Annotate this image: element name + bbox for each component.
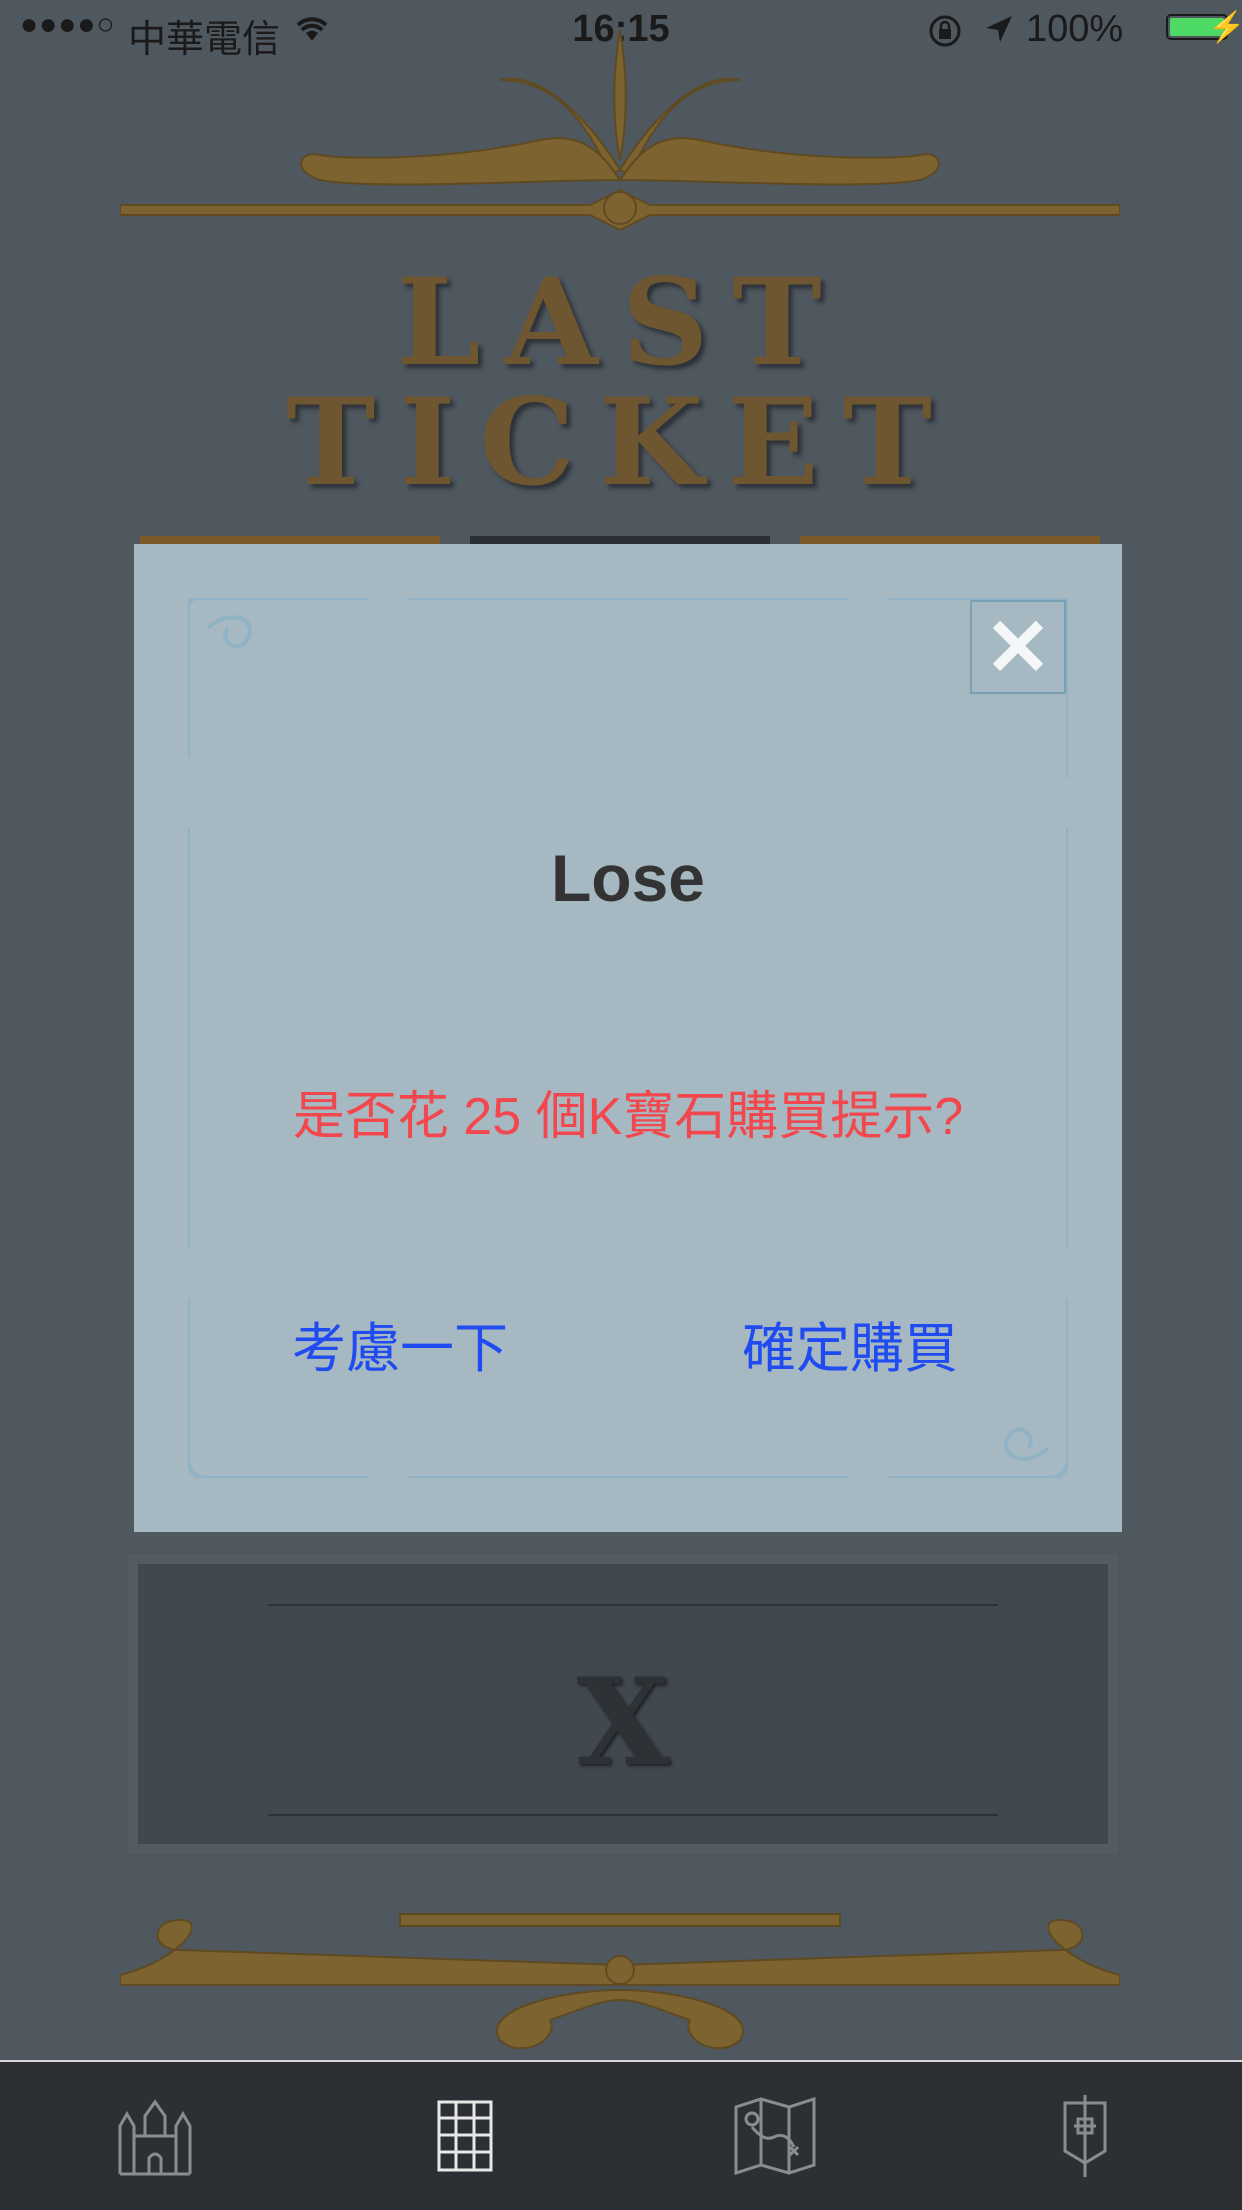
grid-icon (437, 2100, 493, 2172)
top-ornament (120, 29, 1120, 232)
dialog-message: 是否花 25 個K寶石購買提示? (292, 1088, 964, 1146)
answer-letter: X (576, 1652, 670, 1793)
cancel-button[interactable]: 考慮一下 (292, 1304, 508, 1383)
dialog-title: Lose (550, 841, 706, 915)
progress-strip-left (140, 536, 440, 544)
purchase-hint-dialog: ✕ Lose 是否花 25 個K寶石購買提示? 考慮一下 確定購買 (134, 544, 1122, 1532)
answer-rule-top (268, 1604, 998, 1606)
tab-grid[interactable] (310, 2062, 620, 2210)
banner-icon (1063, 2095, 1107, 2177)
bolt-icon: ⚡ (1208, 11, 1242, 44)
close-icon: ✕ (984, 602, 1052, 692)
tab-map[interactable] (620, 2062, 930, 2210)
castle-icon (118, 2099, 192, 2176)
map-icon (734, 2097, 816, 2175)
close-button[interactable]: ✕ (970, 600, 1066, 694)
answer-rule-bottom (268, 1814, 998, 1816)
tab-castle[interactable] (0, 2062, 310, 2210)
game-title-line2: TICKET (286, 372, 956, 513)
tab-banner[interactable] (930, 2062, 1240, 2210)
confirm-purchase-button[interactable]: 確定購買 (742, 1304, 958, 1383)
answer-tile[interactable]: X (128, 1554, 1118, 1854)
tab-bar (0, 2060, 1242, 2210)
bottom-ornament (120, 1913, 1120, 2050)
progress-strip-right (800, 536, 1100, 544)
progress-strip-center (470, 536, 770, 544)
